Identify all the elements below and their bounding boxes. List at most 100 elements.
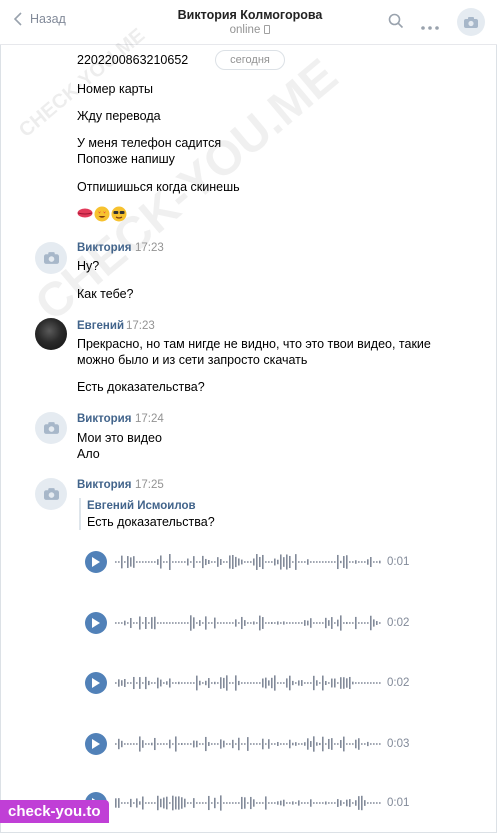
play-button[interactable] xyxy=(85,551,107,573)
message-text: Есть доказательства? xyxy=(77,380,205,394)
sender-name[interactable]: Евгений xyxy=(77,320,124,332)
waveform-bar xyxy=(301,622,303,624)
waveform-bar xyxy=(334,678,336,688)
waveform-bar xyxy=(133,743,135,745)
status-text: online xyxy=(229,24,261,36)
waveform-bar xyxy=(331,617,333,629)
waveform[interactable] xyxy=(115,551,383,573)
waveform-bar xyxy=(256,622,258,624)
waveform-bar xyxy=(250,561,252,563)
waveform-bar xyxy=(160,622,162,624)
waveform-bar xyxy=(163,682,165,684)
waveform-bar xyxy=(169,678,171,688)
waveform-bar xyxy=(280,682,282,684)
camera-icon xyxy=(43,422,59,434)
waveform-bar xyxy=(184,561,186,563)
sender-avatar[interactable] xyxy=(35,318,67,350)
waveform-bar xyxy=(154,737,156,751)
waveform-bar xyxy=(319,561,321,563)
waveform-bar xyxy=(154,561,156,563)
waveform-bar xyxy=(145,676,147,690)
sender-avatar[interactable] xyxy=(35,242,67,274)
waveform-bar xyxy=(268,680,270,686)
search-icon[interactable] xyxy=(388,13,404,32)
play-button[interactable] xyxy=(85,612,107,634)
chat-avatar[interactable] xyxy=(457,8,485,36)
waveform-bar xyxy=(190,743,192,745)
waveform-bar xyxy=(178,796,180,810)
waveform-bar xyxy=(286,554,288,570)
waveform-bar xyxy=(328,682,330,684)
waveform-bar xyxy=(196,802,198,804)
waveform-bar xyxy=(184,682,186,684)
waveform[interactable] xyxy=(115,792,383,814)
back-label: Назад xyxy=(30,12,66,26)
waveform-bar xyxy=(289,555,291,569)
sender-name[interactable]: Виктория xyxy=(77,242,131,254)
waveform-bar xyxy=(157,622,159,624)
waveform-bar xyxy=(253,682,255,684)
waveform-bar xyxy=(151,682,153,684)
waveform-bar xyxy=(286,622,288,624)
waveform-bar xyxy=(265,743,267,745)
waveform-bar xyxy=(376,682,378,684)
waveform-bar xyxy=(238,802,240,804)
forwarded-message[interactable]: Евгений Исмоилов Есть доказательства? xyxy=(79,498,215,530)
play-button[interactable] xyxy=(85,733,107,755)
waveform-bar xyxy=(379,743,381,745)
waveform-bar xyxy=(337,743,339,745)
waveform-bar xyxy=(208,742,210,746)
forwarded-author[interactable]: Евгений Исмоилов xyxy=(87,498,215,514)
waveform-bar xyxy=(127,556,129,568)
waveform-bar xyxy=(151,617,153,629)
waveform-bar xyxy=(343,736,345,752)
more-icon[interactable] xyxy=(421,19,439,33)
sender-avatar[interactable] xyxy=(35,412,67,444)
waveform-bar xyxy=(373,743,375,745)
waveform-bar xyxy=(241,796,243,810)
waveform-bar xyxy=(223,622,225,624)
waveform-bar xyxy=(175,736,177,752)
waveform-bar xyxy=(286,802,288,804)
waveform-bar xyxy=(208,622,210,624)
message-text: У меня телефон садится Попозже напишу xyxy=(77,136,222,166)
waveform-bar xyxy=(361,743,363,745)
waveform-bar xyxy=(310,741,312,747)
waveform[interactable] xyxy=(115,733,383,755)
sender-name[interactable]: Виктория xyxy=(77,479,131,491)
waveform-bar xyxy=(283,557,285,567)
camera-icon xyxy=(43,488,59,500)
back-button[interactable]: Назад xyxy=(14,12,66,26)
waveform-bar xyxy=(175,622,177,624)
waveform-bar xyxy=(307,620,309,626)
message-time[interactable]: 17:24 xyxy=(135,413,164,425)
waveform-bar xyxy=(121,802,123,804)
waveform-bar xyxy=(199,620,201,626)
waveform[interactable] xyxy=(115,612,383,634)
waveform-bar xyxy=(325,561,327,563)
sender-avatar[interactable] xyxy=(35,478,67,510)
waveform-bar xyxy=(343,622,345,624)
waveform-bar xyxy=(193,798,195,808)
waveform-bar xyxy=(361,561,363,563)
chat-title[interactable]: Виктория Колмогорова xyxy=(140,8,360,22)
waveform-bar xyxy=(331,561,333,563)
waveform-bar xyxy=(151,742,153,746)
waveform-bar xyxy=(283,743,285,745)
waveform-bar xyxy=(292,622,294,624)
message-time[interactable]: 17:23 xyxy=(135,242,164,254)
message-time[interactable]: 17:23 xyxy=(126,320,155,332)
message-time[interactable]: 17:25 xyxy=(135,479,164,491)
waveform-bar xyxy=(139,616,141,630)
window-frame xyxy=(0,0,497,833)
play-button[interactable] xyxy=(85,672,107,694)
sender-name[interactable]: Виктория xyxy=(77,413,131,425)
waveform-bar xyxy=(337,799,339,807)
waveform-bar xyxy=(292,742,294,746)
waveform-bar xyxy=(316,802,318,804)
waveform-bar xyxy=(319,742,321,746)
waveform-bar xyxy=(238,737,240,751)
waveform-bar xyxy=(145,617,147,629)
waveform[interactable] xyxy=(115,672,383,694)
waveform-bar xyxy=(259,802,261,804)
